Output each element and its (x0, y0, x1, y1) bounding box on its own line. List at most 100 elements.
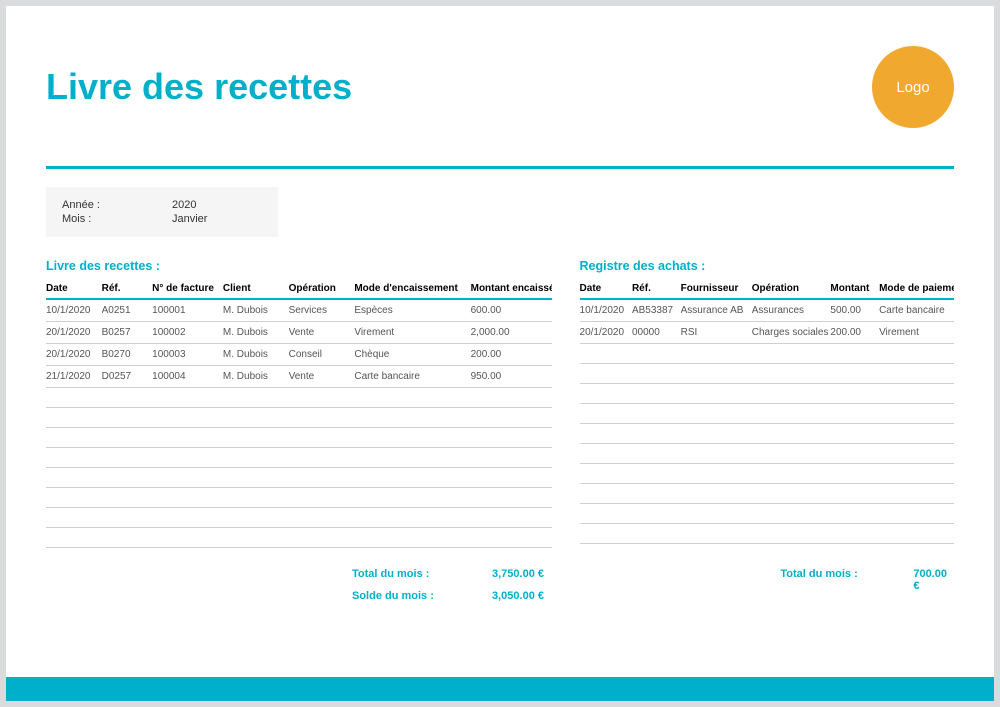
cell-operation: Services (289, 299, 355, 322)
cell-fournisseur (681, 524, 752, 544)
cell-fournisseur: Assurance AB (681, 299, 752, 322)
cell-ref (102, 388, 153, 408)
achats-header-row: Date Réf. Fournisseur Opération Montant … (580, 279, 954, 299)
cell-ref (632, 484, 681, 504)
table-row (46, 448, 552, 468)
cell-operation (289, 408, 355, 428)
cell-client (223, 508, 289, 528)
cell-client (223, 528, 289, 548)
table-row (46, 528, 552, 548)
th-a-ref: Réf. (632, 279, 681, 299)
cell-montant (471, 408, 552, 428)
cell-client: M. Dubois (223, 299, 289, 322)
cell-date (46, 508, 102, 528)
th-client: Client (223, 279, 289, 299)
cell-facture: 100002 (152, 322, 223, 344)
cell-facture: 100003 (152, 344, 223, 366)
page-title: Livre des recettes (46, 66, 352, 108)
cell-fournisseur (681, 344, 752, 364)
cell-mode (354, 408, 470, 428)
cell-ref (632, 464, 681, 484)
recettes-total-value: 3,750.00 € (492, 568, 544, 580)
recettes-solde-line: Solde du mois : 3,050.00 € (352, 590, 576, 602)
cell-facture: 100001 (152, 299, 223, 322)
cell-date: 20/1/2020 (46, 322, 102, 344)
table-row (46, 508, 552, 528)
cell-operation (289, 388, 355, 408)
th-mode: Mode d'encaissement (354, 279, 470, 299)
cell-mode (354, 448, 470, 468)
cell-mode: Carte bancaire (879, 299, 954, 322)
totals-row: Total du mois : 3,750.00 € Solde du mois… (46, 568, 954, 602)
cell-ref: AB53387 (632, 299, 681, 322)
cell-ref: 00000 (632, 322, 681, 344)
cell-client (223, 448, 289, 468)
cell-date (46, 488, 102, 508)
table-row (580, 364, 954, 384)
recettes-header-row: Date Réf. N° de facture Client Opération… (46, 279, 552, 299)
cell-ref (102, 468, 153, 488)
cell-operation (752, 524, 831, 544)
cell-mode (354, 528, 470, 548)
cell-montant (830, 384, 879, 404)
table-row (46, 388, 552, 408)
th-a-fournisseur: Fournisseur (681, 279, 752, 299)
achats-total-value: 700.00 € (913, 568, 954, 592)
table-row: 10/1/2020AB53387Assurance ABAssurances50… (580, 299, 954, 322)
table-row: 10/1/2020A0251100001M. DuboisServicesEsp… (46, 299, 552, 322)
cell-ref: A0251 (102, 299, 153, 322)
cell-date: 20/1/2020 (580, 322, 632, 344)
cell-mode: Chèque (354, 344, 470, 366)
cell-fournisseur (681, 504, 752, 524)
cell-montant (830, 504, 879, 524)
cell-facture (152, 508, 223, 528)
cell-mode (879, 364, 954, 384)
cell-client: M. Dubois (223, 344, 289, 366)
table-row (580, 444, 954, 464)
recettes-solde-label: Solde du mois : (352, 590, 492, 602)
th-a-mode: Mode de paiement (879, 279, 954, 299)
cell-facture (152, 428, 223, 448)
recettes-totals: Total du mois : 3,750.00 € Solde du mois… (46, 568, 576, 602)
cell-facture (152, 528, 223, 548)
cell-montant: 950.00 (471, 366, 552, 388)
meta-year-row: Année : 2020 (62, 199, 262, 211)
cell-date: 10/1/2020 (46, 299, 102, 322)
table-row (580, 424, 954, 444)
meta-year-label: Année : (62, 199, 172, 211)
recettes-title: Livre des recettes : (46, 259, 552, 273)
table-row (46, 488, 552, 508)
meta-year-value: 2020 (172, 199, 196, 211)
th-a-operation: Opération (752, 279, 831, 299)
cell-operation (752, 464, 831, 484)
th-ref: Réf. (102, 279, 153, 299)
cell-ref (102, 448, 153, 468)
cell-montant (471, 448, 552, 468)
achats-section: Registre des achats : Date Réf. Fourniss… (580, 259, 954, 548)
cell-mode (354, 468, 470, 488)
cell-operation (752, 484, 831, 504)
th-date: Date (46, 279, 102, 299)
logo-circle: Logo (872, 46, 954, 128)
cell-operation (752, 504, 831, 524)
cell-montant: 600.00 (471, 299, 552, 322)
cell-ref (102, 528, 153, 548)
cell-montant (471, 528, 552, 548)
recettes-solde-value: 3,050.00 € (492, 590, 544, 602)
content-columns: Livre des recettes : Date Réf. N° de fac… (46, 259, 954, 548)
cell-operation: Assurances (752, 299, 831, 322)
meta-month-label: Mois : (62, 213, 172, 225)
recettes-total-label: Total du mois : (352, 568, 492, 580)
recettes-section: Livre des recettes : Date Réf. N° de fac… (46, 259, 552, 548)
cell-mode: Carte bancaire (354, 366, 470, 388)
cell-montant (830, 424, 879, 444)
cell-date (580, 404, 632, 424)
cell-montant (830, 364, 879, 384)
cell-client (223, 388, 289, 408)
table-row: 20/1/2020B0270100003M. DuboisConseilChèq… (46, 344, 552, 366)
cell-mode: Virement (354, 322, 470, 344)
cell-client (223, 428, 289, 448)
table-row: 21/1/2020D0257100004M. DuboisVenteCarte … (46, 366, 552, 388)
cell-date (46, 448, 102, 468)
cell-date: 20/1/2020 (46, 344, 102, 366)
